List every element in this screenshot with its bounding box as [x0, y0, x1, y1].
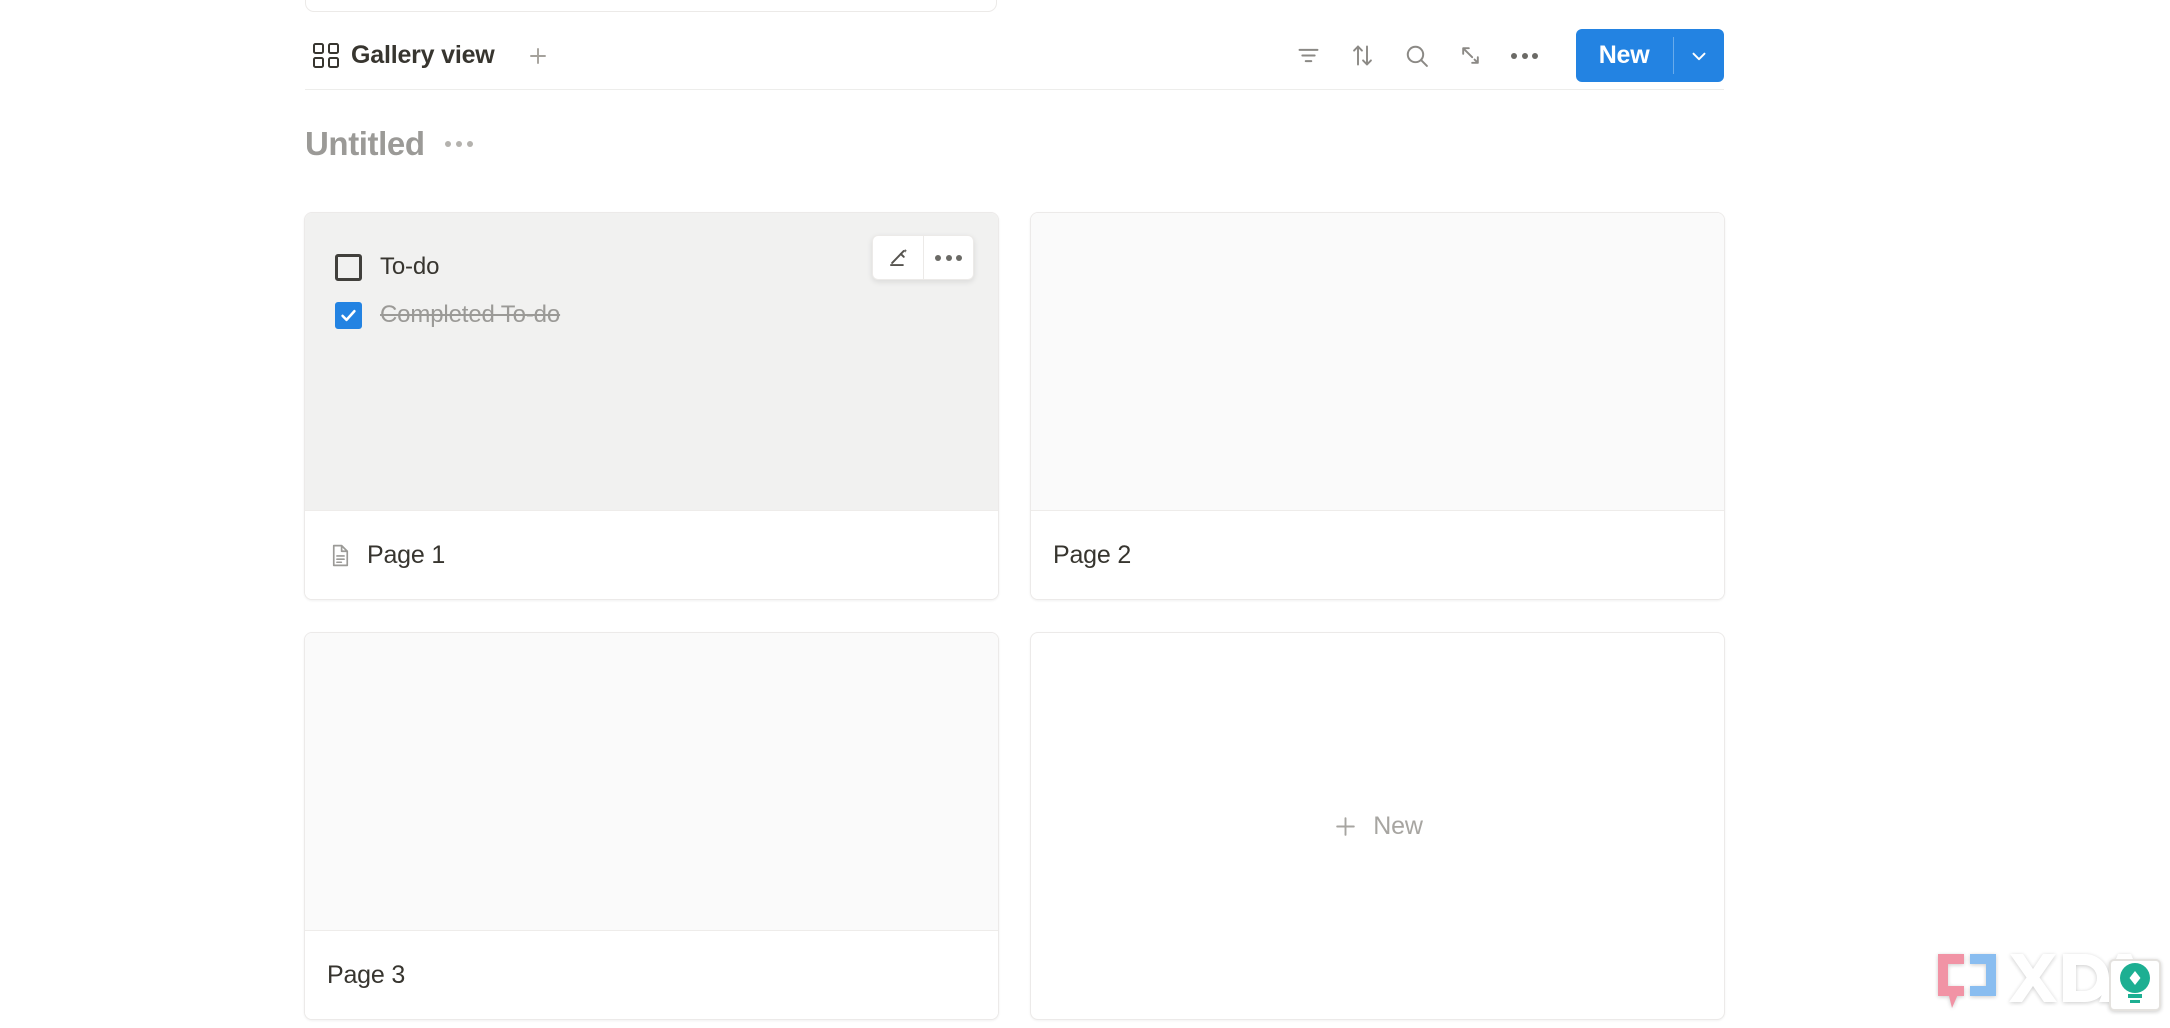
- card-title: Page 3: [327, 960, 406, 989]
- card-action-bar: [872, 235, 974, 280]
- checkbox-unchecked-icon[interactable]: [335, 253, 362, 281]
- todo-item[interactable]: Completed To-do: [335, 291, 968, 339]
- card-edit-button[interactable]: [873, 236, 923, 279]
- card-preview: To-do Completed To-do: [305, 213, 998, 511]
- card-footer: Page 2: [1031, 511, 1724, 599]
- notion-gallery-page: Gallery view New Untitled To-do Complete…: [0, 0, 2170, 1028]
- ellipsis-icon-dot: [466, 141, 473, 147]
- card-footer: Page 3: [305, 931, 998, 1019]
- gallery-grid-icon: [313, 42, 339, 69]
- xda-logo-icon: [1938, 954, 2161, 1011]
- gallery-card-page-2[interactable]: Page 2: [1030, 212, 1725, 600]
- plus-icon: [529, 47, 546, 64]
- gallery-card-page-1[interactable]: To-do Completed To-do Page 1: [304, 212, 999, 600]
- sort-icon: [1353, 45, 1373, 66]
- new-button-group: New: [1575, 29, 1724, 82]
- new-button[interactable]: New: [1576, 29, 1673, 82]
- cutoff-block-above-toolbar: [305, 0, 997, 12]
- new-button-dropdown[interactable]: [1674, 29, 1724, 82]
- new-card-label: New: [1373, 811, 1423, 840]
- new-gallery-card-button[interactable]: New: [1030, 632, 1725, 1020]
- gallery-card-page-3[interactable]: Page 3: [304, 632, 999, 1020]
- toolbar-right-group: New: [1282, 29, 1724, 82]
- database-toolbar: Gallery view New: [305, 22, 1724, 90]
- new-button-label: New: [1598, 41, 1650, 69]
- todo-label-completed: Completed To-do: [380, 301, 561, 328]
- plus-icon: [1336, 816, 1356, 836]
- toolbar-left-group: Gallery view: [305, 35, 555, 76]
- add-view-button[interactable]: [521, 39, 555, 73]
- gallery-grid: To-do Completed To-do Page 1 Page 2 Page…: [304, 212, 1725, 1020]
- card-preview: [305, 633, 998, 931]
- filter-button[interactable]: [1282, 31, 1336, 81]
- ellipsis-icon-dot: [444, 141, 451, 147]
- card-footer: Page 1: [305, 511, 998, 599]
- edit-pencil-icon: [889, 248, 908, 266]
- board-menu-button[interactable]: [441, 135, 477, 153]
- ellipsis-icon-dot: [455, 141, 462, 147]
- view-tab-label: Gallery view: [351, 41, 495, 69]
- board-header: Untitled: [305, 125, 477, 163]
- sort-button[interactable]: [1336, 31, 1390, 81]
- check-icon: [341, 309, 356, 321]
- more-options-button[interactable]: [1498, 31, 1552, 81]
- search-icon: [1406, 45, 1428, 67]
- page-title[interactable]: Untitled: [305, 125, 425, 163]
- search-button[interactable]: [1390, 31, 1444, 81]
- card-title: Page 2: [1053, 540, 1132, 569]
- tab-gallery-view[interactable]: Gallery view: [305, 35, 503, 76]
- expand-icon: [1462, 47, 1479, 64]
- checkbox-checked-icon[interactable]: [335, 301, 362, 329]
- card-title: Page 1: [367, 540, 446, 569]
- expand-button[interactable]: [1444, 31, 1498, 81]
- page-document-icon: [327, 542, 354, 569]
- filter-icon: [1298, 48, 1319, 63]
- card-more-button[interactable]: [923, 236, 973, 279]
- card-more-icon: [935, 254, 962, 261]
- todo-label: To-do: [380, 253, 440, 280]
- xda-watermark: [1932, 940, 2162, 1022]
- card-preview: [1031, 213, 1724, 511]
- more-icon: [1511, 52, 1539, 59]
- chevron-down-icon: [1692, 52, 1706, 60]
